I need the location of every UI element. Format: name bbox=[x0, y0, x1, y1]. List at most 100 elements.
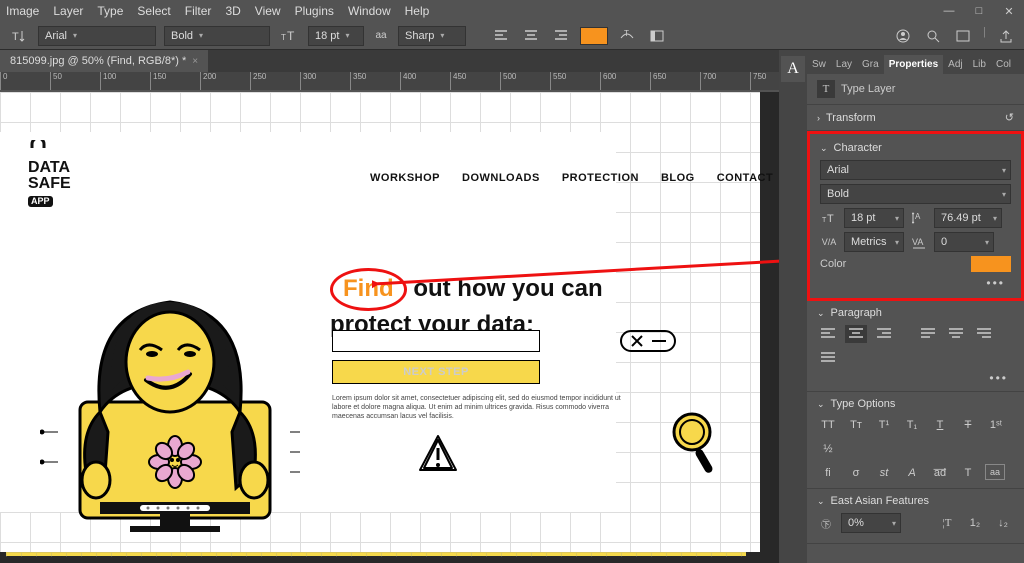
search-icon[interactable] bbox=[923, 26, 943, 46]
menu-layer[interactable]: Layer bbox=[53, 4, 83, 18]
share-icon[interactable] bbox=[996, 26, 1016, 46]
subscript[interactable]: T₁ bbox=[901, 416, 923, 434]
svg-text:VA: VA bbox=[912, 237, 923, 247]
char-font-size[interactable]: 18 pt bbox=[844, 208, 904, 228]
menu-window[interactable]: Window bbox=[348, 4, 391, 18]
tab-layers[interactable]: Lay bbox=[831, 55, 857, 74]
strikethrough[interactable]: T bbox=[957, 416, 979, 434]
glyphs-panel-icon[interactable]: A bbox=[781, 56, 805, 82]
maximize-button[interactable]: □ bbox=[964, 0, 994, 22]
layer-type-header: T Type Layer bbox=[807, 74, 1024, 105]
char-leading[interactable]: 76.49 pt bbox=[934, 208, 1002, 228]
cloud-user-icon[interactable] bbox=[893, 26, 913, 46]
para-justify-right[interactable] bbox=[973, 325, 995, 343]
char-more-options[interactable]: ••• bbox=[820, 276, 1011, 290]
para-justify-left[interactable] bbox=[917, 325, 939, 343]
char-font-style[interactable]: Bold bbox=[820, 184, 1011, 204]
menu-help[interactable]: Help bbox=[405, 4, 430, 18]
nav-blog[interactable]: BLOG bbox=[661, 172, 695, 184]
all-caps[interactable]: Tᴛ bbox=[845, 416, 867, 434]
tatechuyoko[interactable]: ¦T bbox=[936, 514, 958, 532]
font-style-select[interactable]: Bold bbox=[164, 26, 270, 46]
tsume-icon: ㊦ bbox=[817, 514, 835, 532]
menu-view[interactable]: View bbox=[255, 4, 281, 18]
right-panels: A Sw Lay Gra Properties Adj Lib Col T Ty… bbox=[779, 50, 1024, 563]
panel-rail: A bbox=[779, 50, 807, 563]
reset-icon[interactable]: ↺ bbox=[1005, 111, 1014, 124]
align-center-button[interactable] bbox=[520, 25, 542, 47]
close-min-icon bbox=[620, 330, 676, 352]
nav-contact[interactable]: CONTACT bbox=[717, 172, 773, 184]
tab-libraries[interactable]: Lib bbox=[968, 55, 991, 74]
toggle-panels-button[interactable] bbox=[646, 25, 668, 47]
font-size-select[interactable]: 18 pt bbox=[308, 26, 364, 46]
menu-plugins[interactable]: Plugins bbox=[295, 4, 334, 18]
char-tracking[interactable]: 0 bbox=[934, 232, 994, 252]
faux-bold[interactable]: TT bbox=[817, 416, 839, 434]
window-controls: — □ ✕ bbox=[934, 0, 1024, 22]
fractions[interactable]: ½ bbox=[817, 440, 839, 458]
superscript[interactable]: T¹ bbox=[873, 416, 895, 434]
tab-color[interactable]: Col bbox=[991, 55, 1016, 74]
antialias-select[interactable]: Sharp bbox=[398, 26, 466, 46]
discretionary-lig[interactable]: st bbox=[873, 464, 895, 482]
para-more-options[interactable]: ••• bbox=[817, 371, 1014, 385]
stylistic-alt[interactable]: a̅d̅ bbox=[929, 464, 951, 482]
underline[interactable]: T bbox=[929, 416, 951, 434]
font-family-select[interactable]: Arial bbox=[38, 26, 156, 46]
stylistic-set[interactable]: aa bbox=[985, 464, 1005, 480]
nav-workshop[interactable]: WORKSHOP bbox=[370, 172, 440, 184]
logo: DATA SAFE APP bbox=[28, 140, 71, 208]
nav-protection[interactable]: PROTECTION bbox=[562, 172, 639, 184]
tab-gradients[interactable]: Gra bbox=[857, 55, 884, 74]
close-button[interactable]: ✕ bbox=[994, 0, 1024, 22]
menu-select[interactable]: Select bbox=[137, 4, 170, 18]
hacker-illustration bbox=[40, 202, 300, 532]
para-justify-center[interactable] bbox=[945, 325, 967, 343]
contextual-alt[interactable]: σ bbox=[845, 464, 867, 482]
headline[interactable]: Find out how you can protect your data: bbox=[330, 268, 603, 340]
minimize-button[interactable]: — bbox=[934, 0, 964, 22]
menu-3d[interactable]: 3D bbox=[225, 4, 240, 18]
warp-text-button[interactable]: T bbox=[616, 25, 638, 47]
svg-text:T: T bbox=[287, 29, 295, 43]
para-justify-all[interactable] bbox=[817, 349, 839, 367]
warning-icon bbox=[416, 432, 460, 476]
char-font-family[interactable]: Arial bbox=[820, 160, 1011, 180]
next-step-button-graphic: NEXT STEP bbox=[332, 360, 540, 384]
tcy-arrow[interactable]: ↓₂ bbox=[992, 514, 1014, 532]
menu-image[interactable]: Image bbox=[6, 4, 39, 18]
swash[interactable]: A bbox=[901, 464, 923, 482]
tab-adjustments[interactable]: Adj bbox=[943, 55, 967, 74]
transform-section[interactable]: ›Transform ↺ bbox=[807, 105, 1024, 131]
svg-text:A: A bbox=[915, 212, 921, 221]
workspace: DATA SAFE APP WORKSHOP DOWNLOADS PROTECT… bbox=[0, 92, 779, 563]
nav-downloads[interactable]: DOWNLOADS bbox=[462, 172, 540, 184]
para-align-left[interactable] bbox=[817, 325, 839, 343]
menu-filter[interactable]: Filter bbox=[185, 4, 212, 18]
canvas[interactable]: DATA SAFE APP WORKSHOP DOWNLOADS PROTECT… bbox=[0, 92, 760, 552]
options-bar: T Arial Bold TT 18 pt aa Sharp T bbox=[0, 22, 1024, 50]
para-align-right[interactable] bbox=[873, 325, 895, 343]
align-left-button[interactable] bbox=[490, 25, 512, 47]
para-align-center[interactable] bbox=[845, 325, 867, 343]
document-tab[interactable]: 815099.jpg @ 50% (Find, RGB/8*) * × bbox=[0, 50, 208, 72]
titling-alt[interactable]: T bbox=[957, 464, 979, 482]
menu-type[interactable]: Type bbox=[97, 4, 123, 18]
char-color-swatch[interactable] bbox=[971, 256, 1011, 272]
ordinals[interactable]: 1ˢᵗ bbox=[985, 416, 1007, 434]
text-color-swatch[interactable] bbox=[580, 27, 608, 45]
antialias-label: aa bbox=[372, 27, 390, 45]
workspace-icon[interactable] bbox=[953, 26, 973, 46]
close-tab-icon[interactable]: × bbox=[192, 56, 198, 67]
tab-properties[interactable]: Properties bbox=[884, 55, 943, 74]
tab-swatches[interactable]: Sw bbox=[807, 55, 831, 74]
tsume-value[interactable]: 0% bbox=[841, 513, 901, 533]
ligatures-fi[interactable]: fi bbox=[817, 464, 839, 482]
topbar-right: | bbox=[893, 26, 1016, 46]
text-orientation-icon[interactable]: T bbox=[8, 25, 30, 47]
svg-text:T: T bbox=[827, 213, 834, 225]
tcy-12[interactable]: 1₂ bbox=[964, 514, 986, 532]
char-kerning[interactable]: Metrics bbox=[844, 232, 904, 252]
align-right-button[interactable] bbox=[550, 25, 572, 47]
